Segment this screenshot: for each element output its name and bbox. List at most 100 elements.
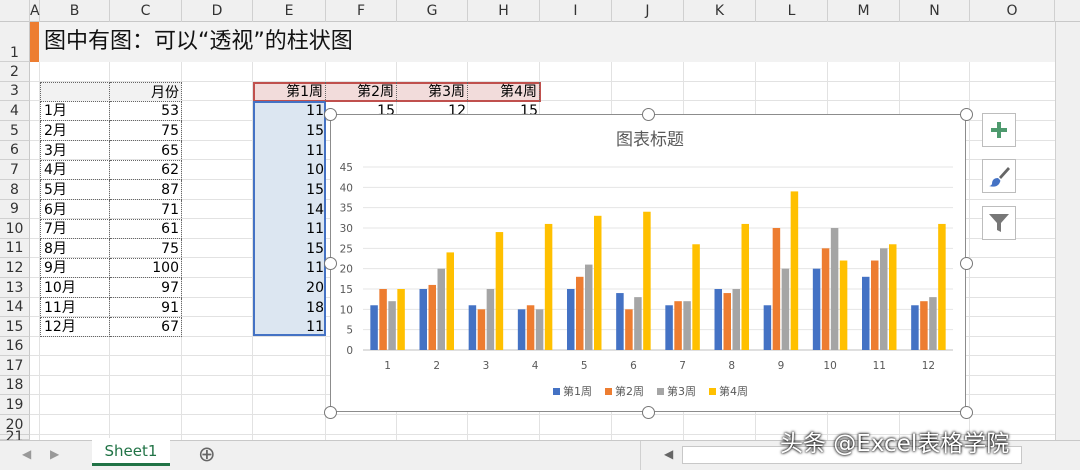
row-header-7[interactable]: 7 — [0, 160, 30, 180]
prev-sheet-arrow-icon[interactable]: ◀ — [22, 447, 31, 461]
row-header-9[interactable]: 9 — [0, 200, 30, 219]
month-value-cell[interactable]: 91 — [110, 298, 182, 318]
column-header-J[interactable]: J — [612, 0, 684, 22]
month-value-cell[interactable]: 71 — [110, 200, 182, 220]
row-header-11[interactable]: 11 — [0, 239, 30, 258]
week-value-cell[interactable]: 14 — [253, 200, 326, 220]
legend-swatch-第4周 — [709, 388, 716, 395]
month-label-cell[interactable]: 11月 — [40, 298, 110, 318]
column-header-D[interactable]: D — [182, 0, 253, 22]
week-value-cell[interactable]: 15 — [253, 239, 326, 259]
next-sheet-arrow-icon[interactable]: ▶ — [50, 447, 59, 461]
week-value-cell[interactable]: 15 — [253, 121, 326, 141]
month-value-cell[interactable]: 67 — [110, 317, 182, 337]
week-value-cell[interactable]: 11 — [253, 101, 326, 121]
month-value-cell[interactable]: 62 — [110, 160, 182, 180]
column-header-I[interactable]: I — [540, 0, 612, 22]
month-label-cell[interactable]: 9月 — [40, 258, 110, 278]
column-header-H[interactable]: H — [468, 0, 540, 22]
month-value-cell[interactable]: 61 — [110, 219, 182, 239]
week-value-cell[interactable]: 15 — [253, 180, 326, 200]
week-header-cell[interactable]: 第1周 — [253, 82, 326, 102]
column-header-F[interactable]: F — [326, 0, 397, 22]
column-header-G[interactable]: G — [397, 0, 468, 22]
week-value-cell[interactable]: 11 — [253, 141, 326, 161]
row-header-4[interactable]: 4 — [0, 101, 30, 121]
month-label-cell[interactable]: 3月 — [40, 141, 110, 161]
bar-第2周-8 — [723, 293, 731, 350]
row-header-15[interactable]: 15 — [0, 317, 30, 337]
column-chart[interactable]: 图表标题 0 5 10 15 20 25 30 35 40 45 1 2 3 4 5 6 7 8 9 10 11 12 第1周… — [330, 114, 966, 412]
chart-resize-handle[interactable] — [323, 107, 337, 121]
row-header-18[interactable]: 18 — [0, 376, 30, 395]
column-header-N[interactable]: N — [900, 0, 970, 22]
week-header-cell[interactable]: 第2周 — [326, 82, 397, 102]
week-header-cell[interactable]: 第3周 — [397, 82, 468, 102]
week-value-cell[interactable]: 18 — [253, 298, 326, 318]
row-header-17[interactable]: 17 — [0, 356, 30, 376]
column-header-L[interactable]: L — [756, 0, 828, 22]
select-all-corner[interactable] — [0, 0, 30, 22]
month-label-cell[interactable]: 10月 — [40, 278, 110, 298]
column-header-C[interactable]: C — [110, 0, 182, 22]
month-label-cell[interactable]: 4月 — [40, 160, 110, 180]
row-header-2[interactable]: 2 — [0, 62, 30, 82]
column-header-B[interactable]: B — [40, 0, 110, 22]
month-header[interactable]: 月份 — [110, 82, 182, 102]
month-value-cell[interactable]: 87 — [110, 180, 182, 200]
row-header-10[interactable]: 10 — [0, 219, 30, 239]
row-header-6[interactable]: 6 — [0, 141, 30, 160]
week-value-cell[interactable]: 11 — [253, 317, 326, 337]
week-header-cell[interactable]: 第4周 — [468, 82, 540, 102]
row-header-13[interactable]: 13 — [0, 278, 30, 298]
column-header-M[interactable]: M — [828, 0, 900, 22]
chart-resize-handle[interactable] — [641, 107, 655, 121]
chart-resize-handle[interactable] — [959, 107, 973, 121]
row-header-12[interactable]: 12 — [0, 258, 30, 278]
month-table-corner[interactable] — [40, 82, 110, 102]
month-label-cell[interactable]: 7月 — [40, 219, 110, 239]
month-label-cell[interactable]: 8月 — [40, 239, 110, 259]
column-header-A[interactable]: A — [30, 0, 40, 22]
chart-svg: 图表标题0510152025303540451 2 3 4 5 6 7 8 9 10 11 12第1周… — [340, 130, 953, 398]
month-value-cell[interactable]: 100 — [110, 258, 182, 278]
chart-resize-handle[interactable] — [641, 405, 655, 419]
month-label-cell[interactable]: 2月 — [40, 121, 110, 141]
month-label-cell[interactable]: 1月 — [40, 101, 110, 121]
week-value-cell[interactable]: 11 — [253, 258, 326, 278]
row-header-3[interactable]: 3 — [0, 82, 30, 101]
month-label-cell[interactable]: 5月 — [40, 180, 110, 200]
month-label-cell[interactable]: 6月 — [40, 200, 110, 220]
row-header-14[interactable]: 14 — [0, 298, 30, 317]
row-header-19[interactable]: 19 — [0, 395, 30, 415]
week-value-cell[interactable]: 11 — [253, 219, 326, 239]
chart-resize-handle[interactable] — [959, 256, 973, 270]
add-sheet-button[interactable]: ⊕ — [198, 442, 216, 466]
column-header-O[interactable]: O — [970, 0, 1055, 22]
sheet-tab-sheet1[interactable]: Sheet1 — [92, 438, 170, 466]
vertical-scrollbar[interactable] — [1055, 22, 1080, 440]
y-tick-label: 15 — [340, 284, 353, 296]
month-label-cell[interactable]: 12月 — [40, 317, 110, 337]
chart-elements-button[interactable] — [982, 113, 1016, 147]
chart-resize-handle[interactable] — [323, 256, 337, 270]
row-header-8[interactable]: 8 — [0, 180, 30, 200]
chart-filters-button[interactable] — [982, 206, 1016, 240]
column-header-K[interactable]: K — [684, 0, 756, 22]
month-value-cell[interactable]: 75 — [110, 239, 182, 259]
month-value-cell[interactable]: 97 — [110, 278, 182, 298]
month-value-cell[interactable]: 75 — [110, 121, 182, 141]
month-value-cell[interactable]: 53 — [110, 101, 182, 121]
row-header-16[interactable]: 16 — [0, 337, 30, 356]
chart-resize-handle[interactable] — [959, 405, 973, 419]
week-value-cell[interactable]: 20 — [253, 278, 326, 298]
week-value-cell[interactable]: 10 — [253, 160, 326, 180]
hscroll-left-icon[interactable]: ◀ — [664, 447, 673, 461]
row-header-1[interactable]: 1 — [0, 22, 30, 62]
x-tick-label: 7 — [679, 360, 686, 372]
chart-styles-button[interactable] — [982, 159, 1016, 193]
column-header-E[interactable]: E — [253, 0, 326, 22]
row-header-5[interactable]: 5 — [0, 121, 30, 141]
month-value-cell[interactable]: 65 — [110, 141, 182, 161]
chart-resize-handle[interactable] — [323, 405, 337, 419]
